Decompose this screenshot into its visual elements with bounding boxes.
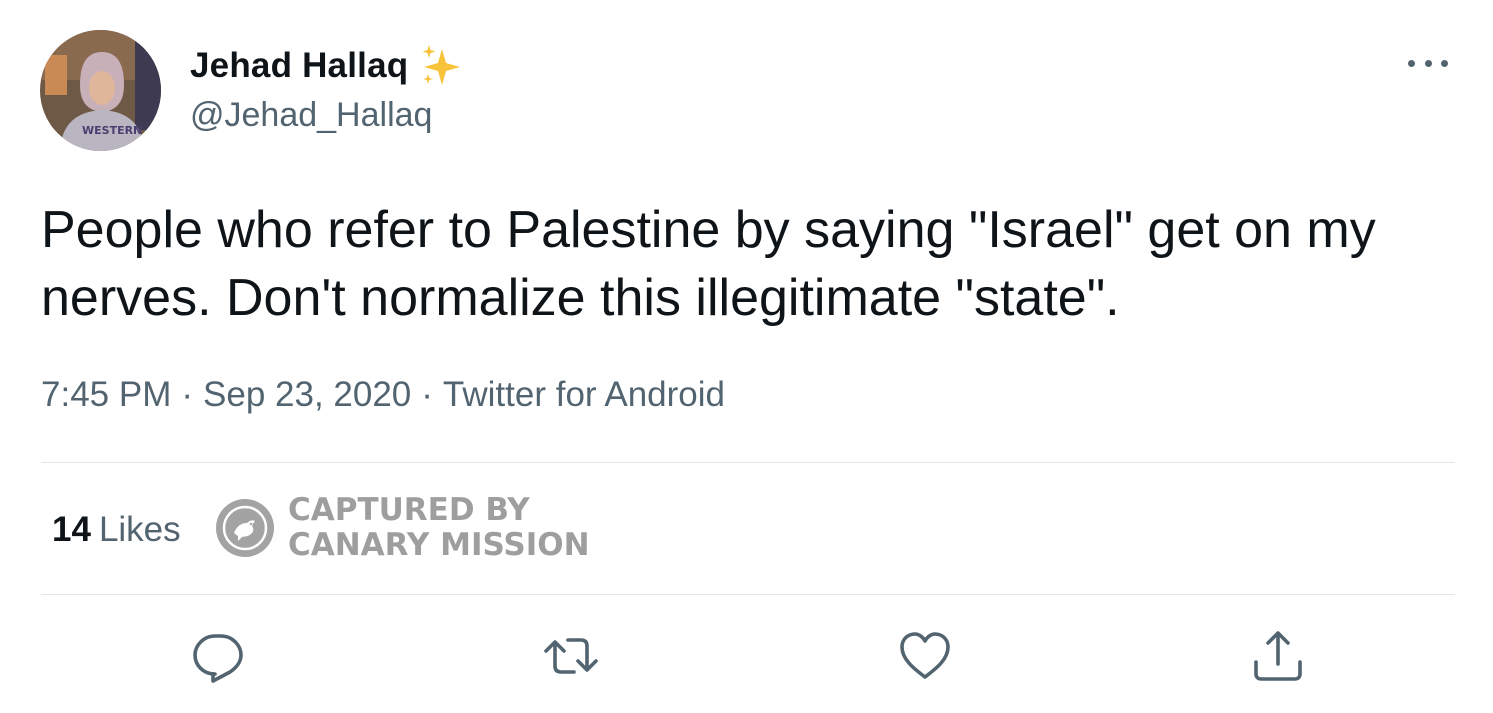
- more-dot: [1424, 59, 1432, 67]
- more-dot: [1441, 59, 1448, 67]
- author-handle[interactable]: @Jehad_Hallaq: [190, 96, 432, 135]
- watermark-line-2: CANARY MISSION: [288, 527, 590, 563]
- meta-separator: ·: [421, 375, 433, 414]
- heart-icon: [900, 632, 950, 679]
- author-avatar[interactable]: WESTERN: [40, 30, 161, 151]
- reply-icon: [193, 634, 243, 683]
- watermark-text: CAPTURED BY CANARY MISSION: [288, 493, 590, 563]
- watermark-line-1: CAPTURED BY: [288, 492, 530, 528]
- reply-button[interactable]: [190, 628, 246, 684]
- tweet-source[interactable]: Twitter for Android: [443, 375, 725, 415]
- likes-label: Likes: [98, 510, 181, 549]
- tweet-text: People who refer to Palestine by saying …: [41, 201, 1376, 327]
- canary-bird-icon: [216, 499, 274, 557]
- likes-stat[interactable]: 14 Likes: [52, 510, 181, 550]
- tweet-date[interactable]: Sep 23, 2020: [203, 375, 411, 415]
- tweet-time[interactable]: 7:45 PM: [41, 375, 171, 415]
- svg-text:WESTERN: WESTERN: [82, 124, 142, 137]
- meta-separator: ·: [181, 375, 194, 414]
- tweet-card: WESTERN Jehad Hallaq @Jehad_Hallaq Peopl…: [0, 0, 1493, 713]
- divider: [41, 462, 1455, 463]
- likes-count: 14: [52, 510, 91, 549]
- avatar-image: WESTERN: [40, 30, 161, 151]
- divider: [41, 594, 1455, 595]
- share-icon: [1254, 631, 1302, 681]
- author-display-name[interactable]: Jehad Hallaq: [190, 46, 408, 86]
- sparkles-icon: [418, 43, 464, 89]
- tweet-metadata: 7:45 PM · Sep 23, 2020 · Twitter for And…: [41, 375, 725, 415]
- canary-mission-watermark: CAPTURED BY CANARY MISSION: [216, 492, 590, 564]
- retweet-icon: [544, 638, 598, 674]
- share-button[interactable]: [1250, 628, 1306, 684]
- more-dot: [1408, 59, 1415, 67]
- like-button[interactable]: [897, 628, 953, 684]
- retweet-button[interactable]: [543, 628, 599, 684]
- author-name-row: Jehad Hallaq: [190, 43, 464, 89]
- more-icon[interactable]: [1408, 48, 1448, 78]
